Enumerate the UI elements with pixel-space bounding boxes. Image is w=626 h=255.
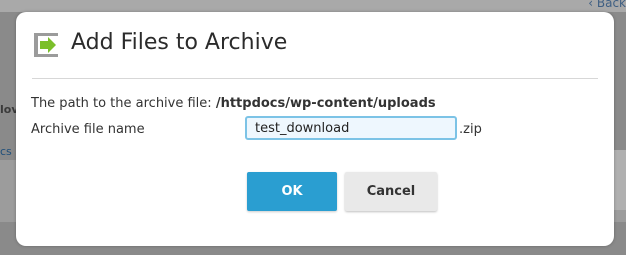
background-top-bar — [0, 0, 626, 12]
archive-extension: .zip — [459, 122, 482, 137]
cancel-button[interactable]: Cancel — [345, 172, 437, 211]
archive-name-input[interactable] — [245, 116, 457, 140]
archive-path-label: The path to the archive file: — [31, 96, 212, 111]
archive-path-value: /httpdocs/wp-content/uploads — [215, 96, 436, 111]
background-back-link: ‹ Back — [588, 0, 626, 10]
dialog-title: Add Files to Archive — [71, 30, 288, 55]
ok-button[interactable]: OK — [247, 172, 337, 211]
archive-path-row: The path to the archive file: /httpdocs/… — [31, 96, 436, 111]
archive-name-label: Archive file name — [31, 122, 145, 137]
title-divider — [32, 78, 598, 79]
add-files-to-archive-dialog: Add Files to Archive The path to the arc… — [16, 12, 614, 246]
archive-add-icon — [32, 29, 62, 61]
background-right-panel — [614, 150, 626, 210]
